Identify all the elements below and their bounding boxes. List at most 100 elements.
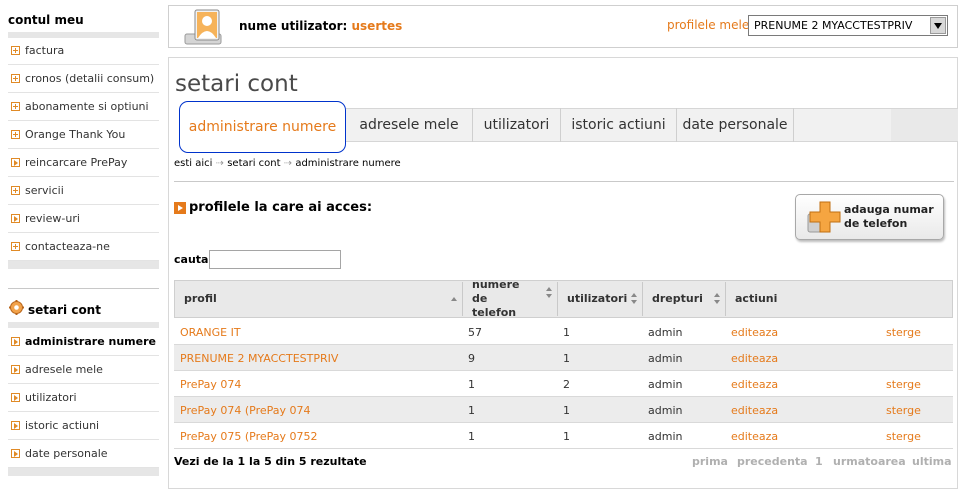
sidebar-footer-bar bbox=[8, 261, 159, 269]
sidebar-item-abonamente[interactable]: abonamente si optiuni bbox=[8, 93, 159, 121]
profile-link[interactable]: ORANGE IT bbox=[180, 319, 460, 345]
rights-value: admin bbox=[648, 325, 683, 339]
profile-link[interactable]: PrePay 074 (PrePay 074 bbox=[180, 397, 460, 423]
username-label: nume utilizator: bbox=[239, 19, 348, 33]
breadcrumb-separator-icon: ⇢ bbox=[215, 158, 225, 169]
sidebar-item-administrare-numere[interactable]: administrare numere bbox=[8, 328, 159, 356]
sidebar-item-contacteaza[interactable]: contacteaza-ne bbox=[8, 233, 159, 261]
breadcrumb-separator-icon: ⇢ bbox=[283, 158, 293, 169]
sidebar-item-label: administrare numere bbox=[25, 335, 156, 348]
add-phone-number-button[interactable]: adauga numar de telefon bbox=[795, 194, 944, 240]
sidebar-item-factura[interactable]: factura bbox=[8, 37, 159, 65]
arrow-icon bbox=[11, 449, 20, 458]
sort-icon[interactable] bbox=[545, 287, 553, 299]
add-phone-number-label: adauga numar de telefon bbox=[844, 203, 934, 230]
arrow-bullet-icon bbox=[174, 201, 186, 214]
pager-last[interactable]: ultima bbox=[912, 455, 952, 468]
rights-value: admin bbox=[648, 377, 683, 391]
delete-link[interactable]: sterge bbox=[886, 423, 921, 449]
tab-administrare-numere[interactable]: administrare numere bbox=[179, 101, 346, 153]
breadcrumb-divider bbox=[174, 181, 954, 182]
edit-link[interactable]: editeaza bbox=[731, 319, 778, 345]
phone-count: 1 bbox=[468, 429, 475, 443]
rights-value: admin bbox=[648, 429, 683, 443]
edit-link[interactable]: editeaza bbox=[731, 397, 778, 423]
phone-count: 1 bbox=[468, 377, 475, 391]
sidebar-item-orange-thank-you[interactable]: Orange Thank You bbox=[8, 121, 159, 149]
sidebar-item-review[interactable]: review-uri bbox=[8, 205, 159, 233]
sidebar-item-label: istoric actiuni bbox=[25, 419, 100, 432]
expand-icon bbox=[11, 186, 20, 195]
sort-icon[interactable] bbox=[630, 293, 638, 305]
sidebar-item-label: abonamente si optiuni bbox=[25, 100, 149, 113]
edit-link[interactable]: editeaza bbox=[731, 423, 778, 449]
arrow-icon bbox=[11, 393, 20, 402]
column-header-label: utilizatori bbox=[567, 292, 628, 305]
tab-adresele-mele[interactable]: adresele mele bbox=[346, 108, 473, 142]
sidebar-item-label: utilizatori bbox=[25, 391, 77, 404]
column-header-label: actiuni bbox=[735, 292, 778, 305]
rights-value: admin bbox=[648, 351, 683, 365]
tab-date-personale[interactable]: date personale bbox=[677, 108, 794, 142]
column-header-profil[interactable]: profil bbox=[174, 280, 462, 318]
user-count: 2 bbox=[563, 377, 570, 391]
username-display: nume utilizator: usertes bbox=[239, 19, 402, 33]
delete-link[interactable]: sterge bbox=[886, 319, 921, 345]
user-avatar-icon bbox=[181, 8, 225, 46]
chevron-down-icon[interactable] bbox=[930, 17, 946, 34]
expand-icon bbox=[11, 102, 20, 111]
phone-count: 57 bbox=[468, 325, 482, 339]
profiles-select[interactable]: PRENUME 2 MYACCTESTPRIV bbox=[748, 15, 948, 36]
sidebar-item-label: Orange Thank You bbox=[25, 128, 126, 141]
sidebar-item-adresele-mele[interactable]: adresele mele bbox=[8, 356, 159, 384]
sidebar-item-label: factura bbox=[25, 44, 65, 57]
arrow-icon bbox=[11, 337, 20, 346]
profile-link[interactable]: PRENUME 2 MYACCTESTPRIV bbox=[180, 345, 460, 371]
pager-previous[interactable]: precedenta bbox=[737, 455, 808, 468]
edit-link[interactable]: editeaza bbox=[731, 371, 778, 397]
pager-first[interactable]: prima bbox=[692, 455, 728, 468]
sort-icon[interactable] bbox=[450, 293, 458, 305]
sidebar-item-label: date personale bbox=[25, 447, 108, 460]
profiles-selected-value: PRENUME 2 MYACCTESTPRIV bbox=[754, 19, 913, 32]
breadcrumb-here: esti aici bbox=[174, 158, 213, 169]
sidebar-item-reincarcare[interactable]: reincarcare PrePay bbox=[8, 149, 159, 177]
sidebar-item-istoric[interactable]: istoric actiuni bbox=[8, 412, 159, 440]
sidebar-item-label: cronos (detalii consum) bbox=[25, 72, 155, 85]
delete-link[interactable]: sterge bbox=[886, 397, 921, 423]
profile-link[interactable]: PrePay 074 bbox=[180, 371, 460, 397]
pager-current-page: 1 bbox=[815, 455, 823, 468]
arrow-icon bbox=[11, 421, 20, 430]
sidebar-item-servicii[interactable]: servicii bbox=[8, 177, 159, 205]
arrow-icon bbox=[11, 214, 20, 223]
pager-next[interactable]: urmatoarea bbox=[833, 455, 906, 468]
arrow-icon bbox=[11, 158, 20, 167]
breadcrumb-setari-cont[interactable]: setari cont bbox=[227, 158, 280, 169]
tab-bar-filler bbox=[891, 108, 958, 142]
user-count: 1 bbox=[563, 403, 570, 417]
profile-link[interactable]: PrePay 075 (PrePay 0752 bbox=[180, 423, 460, 449]
sort-icon[interactable] bbox=[713, 293, 721, 305]
table-row: PrePay 075 (PrePay 0752 1 1 admin editea… bbox=[174, 423, 953, 449]
sidebar-item-utilizatori[interactable]: utilizatori bbox=[8, 384, 159, 412]
username-value: usertes bbox=[351, 19, 403, 33]
expand-icon bbox=[11, 74, 20, 83]
arrow-icon bbox=[11, 365, 20, 374]
expand-icon bbox=[11, 46, 20, 55]
plus-icon bbox=[807, 201, 841, 233]
sidebar-account-title: contul meu bbox=[8, 13, 84, 27]
tab-istoric-actiuni[interactable]: istoric actiuni bbox=[561, 108, 677, 142]
table-row: PrePay 074 (PrePay 074 1 1 admin editeaz… bbox=[174, 397, 953, 423]
column-header-numere[interactable]: numere de telefon bbox=[462, 278, 557, 319]
search-input[interactable] bbox=[209, 250, 341, 269]
user-count: 1 bbox=[563, 351, 570, 365]
sidebar-item-label: servicii bbox=[25, 184, 64, 197]
tab-utilizatori[interactable]: utilizatori bbox=[473, 108, 561, 142]
column-header-label: drepturi bbox=[652, 292, 703, 305]
sidebar-item-date-personale[interactable]: date personale bbox=[8, 440, 159, 468]
sidebar-item-label: review-uri bbox=[25, 212, 80, 225]
sidebar-item-cronos[interactable]: cronos (detalii consum) bbox=[8, 65, 159, 93]
edit-link[interactable]: editeaza bbox=[731, 345, 778, 371]
delete-link[interactable]: sterge bbox=[886, 371, 921, 397]
rights-value: admin bbox=[648, 403, 683, 417]
